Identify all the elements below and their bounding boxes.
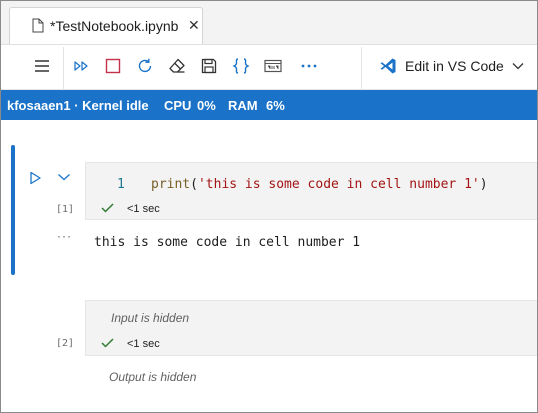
code-string: 'this is some code in cell number 1': [197, 177, 480, 192]
line-number: 1: [117, 177, 125, 192]
cpu-value: 0%: [197, 98, 216, 113]
variables-icon[interactable]: [229, 53, 253, 79]
cpu-label: CPU: [164, 98, 192, 113]
execution-time: <1 sec: [127, 203, 160, 215]
input-hidden-label[interactable]: Input is hidden: [111, 311, 189, 325]
chevron-down-icon[interactable]: [512, 62, 524, 70]
cell-output: this is some code in cell number 1: [94, 235, 361, 250]
tab-bar: *TestNotebook.ipynb ✕: [1, 1, 537, 45]
edit-in-vscode-button[interactable]: Edit in VS Code: [379, 57, 524, 75]
edit-in-vscode-label: Edit in VS Code: [405, 58, 504, 74]
code-paren-close: ): [479, 177, 488, 192]
check-icon: [101, 338, 114, 348]
kernel-status-bar: kfosaaen1 · Kernel idle CPU 0% RAM 6%: [1, 90, 537, 120]
tab-label: *TestNotebook.ipynb: [50, 18, 179, 34]
kernel-status: kfosaaen1 · Kernel idle: [7, 98, 149, 113]
vscode-icon: [380, 58, 396, 74]
clear-icon[interactable]: [165, 53, 189, 79]
toolbar-divider: [63, 47, 64, 89]
active-cell-indicator: [11, 145, 15, 275]
notebook-window: *TestNotebook.ipynb ✕ Edit in VS Code kf…: [0, 0, 538, 413]
code-line[interactable]: print('this is some code in cell number …: [151, 177, 488, 192]
export-icon[interactable]: [261, 53, 285, 79]
check-icon: [101, 203, 114, 213]
file-icon: [32, 18, 44, 33]
stop-icon[interactable]: [101, 53, 125, 79]
output-more-icon[interactable]: ···: [57, 229, 72, 243]
execution-count: [2]: [56, 338, 75, 349]
ram-value: 6%: [266, 98, 285, 113]
execution-time: <1 sec: [127, 338, 160, 350]
chevron-down-icon[interactable]: [57, 173, 71, 181]
code-function: print: [151, 177, 191, 192]
output-hidden-label[interactable]: Output is hidden: [109, 370, 196, 384]
code-paren-open: (: [190, 177, 198, 192]
execution-count: [1]: [56, 204, 75, 215]
run-all-icon[interactable]: [69, 53, 93, 79]
restart-icon[interactable]: [133, 53, 157, 79]
close-icon[interactable]: ✕: [188, 17, 200, 34]
menu-icon[interactable]: [30, 53, 54, 79]
more-icon[interactable]: [297, 53, 321, 79]
run-cell-icon[interactable]: [29, 171, 41, 185]
tab-notebook[interactable]: *TestNotebook.ipynb ✕: [9, 7, 203, 44]
notebook-toolbar: Edit in VS Code: [1, 45, 537, 90]
ram-label: RAM: [228, 98, 258, 113]
toolbar-divider: [361, 47, 362, 89]
save-icon[interactable]: [197, 53, 221, 79]
